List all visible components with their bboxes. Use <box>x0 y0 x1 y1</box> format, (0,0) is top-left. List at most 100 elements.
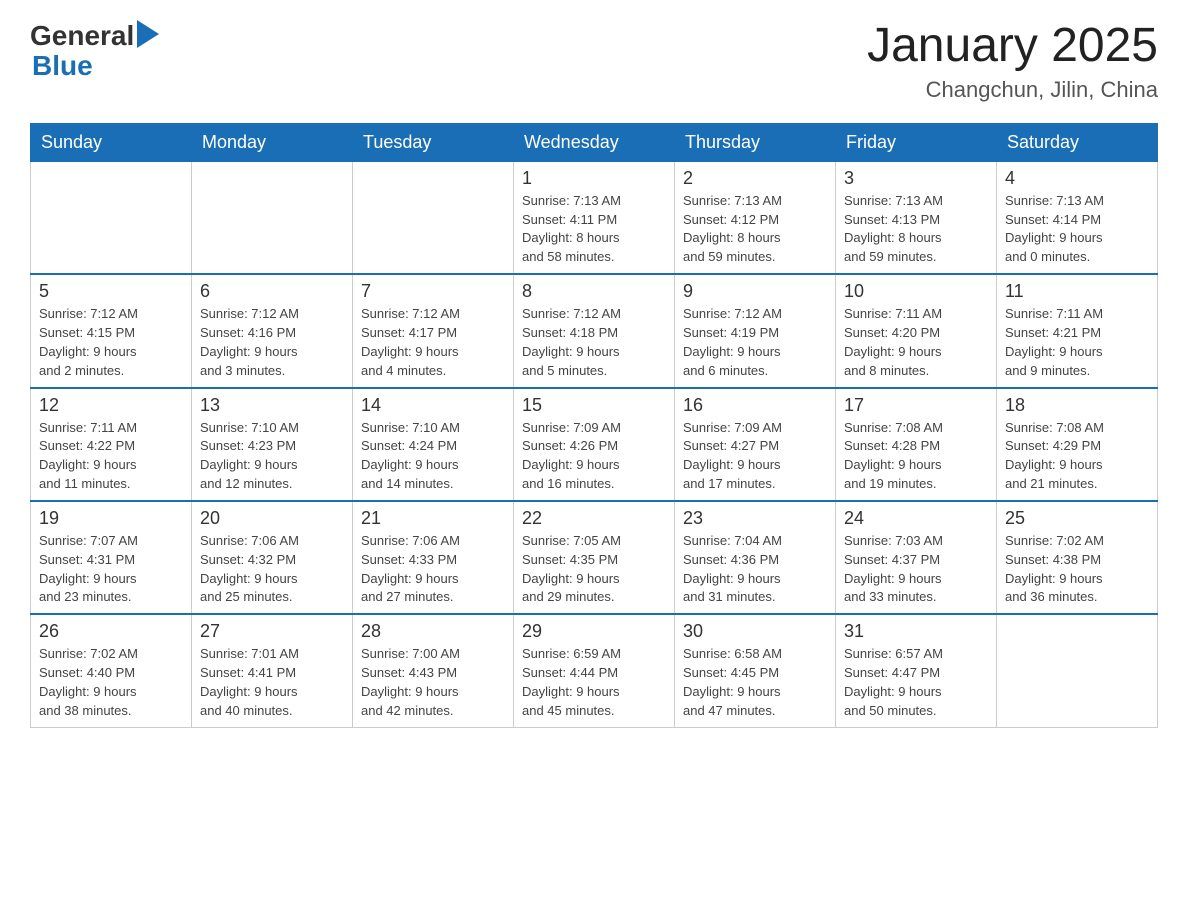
day-info: Sunrise: 7:02 AMSunset: 4:40 PMDaylight:… <box>39 645 183 720</box>
logo-general-text: General <box>30 22 134 50</box>
day-info: Sunrise: 7:11 AMSunset: 4:20 PMDaylight:… <box>844 305 988 380</box>
day-cell: 19 Sunrise: 7:07 AMSunset: 4:31 PMDayligh… <box>31 501 192 614</box>
day-info: Sunrise: 7:02 AMSunset: 4:38 PMDaylight:… <box>1005 532 1149 607</box>
day-cell: 30 Sunrise: 6:58 AMSunset: 4:45 PMDayligh… <box>675 614 836 727</box>
header-cell-sunday: Sunday <box>31 123 192 161</box>
day-cell: 8 Sunrise: 7:12 AMSunset: 4:18 PMDaylight… <box>514 274 675 387</box>
day-info: Sunrise: 7:11 AMSunset: 4:22 PMDaylight:… <box>39 419 183 494</box>
header-cell-tuesday: Tuesday <box>353 123 514 161</box>
logo: General Blue <box>30 20 159 80</box>
day-cell: 29 Sunrise: 6:59 AMSunset: 4:44 PMDayligh… <box>514 614 675 727</box>
day-cell: 23 Sunrise: 7:04 AMSunset: 4:36 PMDayligh… <box>675 501 836 614</box>
day-cell <box>997 614 1158 727</box>
day-number: 19 <box>39 508 183 529</box>
day-number: 2 <box>683 168 827 189</box>
day-number: 1 <box>522 168 666 189</box>
day-info: Sunrise: 7:08 AMSunset: 4:29 PMDaylight:… <box>1005 419 1149 494</box>
day-info: Sunrise: 6:59 AMSunset: 4:44 PMDaylight:… <box>522 645 666 720</box>
day-number: 3 <box>844 168 988 189</box>
day-info: Sunrise: 7:12 AMSunset: 4:18 PMDaylight:… <box>522 305 666 380</box>
day-info: Sunrise: 7:13 AMSunset: 4:11 PMDaylight:… <box>522 192 666 267</box>
day-info: Sunrise: 7:10 AMSunset: 4:24 PMDaylight:… <box>361 419 505 494</box>
day-number: 12 <box>39 395 183 416</box>
week-row-4: 19 Sunrise: 7:07 AMSunset: 4:31 PMDayligh… <box>31 501 1158 614</box>
day-number: 14 <box>361 395 505 416</box>
day-number: 6 <box>200 281 344 302</box>
day-cell: 20 Sunrise: 7:06 AMSunset: 4:32 PMDayligh… <box>192 501 353 614</box>
day-cell: 22 Sunrise: 7:05 AMSunset: 4:35 PMDayligh… <box>514 501 675 614</box>
day-number: 20 <box>200 508 344 529</box>
day-info: Sunrise: 7:00 AMSunset: 4:43 PMDaylight:… <box>361 645 505 720</box>
day-info: Sunrise: 7:13 AMSunset: 4:12 PMDaylight:… <box>683 192 827 267</box>
day-number: 22 <box>522 508 666 529</box>
week-row-3: 12 Sunrise: 7:11 AMSunset: 4:22 PMDayligh… <box>31 388 1158 501</box>
day-cell: 11Sunrise: 7:11 AMSunset: 4:21 PMDayligh… <box>997 274 1158 387</box>
title-area: January 2025 Changchun, Jilin, China <box>867 20 1158 103</box>
day-info: Sunrise: 7:03 AMSunset: 4:37 PMDaylight:… <box>844 532 988 607</box>
day-cell: 2 Sunrise: 7:13 AMSunset: 4:12 PMDaylight… <box>675 161 836 274</box>
header: General Blue January 2025 Changchun, Jil… <box>30 20 1158 103</box>
day-info: Sunrise: 7:01 AMSunset: 4:41 PMDaylight:… <box>200 645 344 720</box>
day-number: 30 <box>683 621 827 642</box>
day-cell <box>192 161 353 274</box>
day-info: Sunrise: 7:10 AMSunset: 4:23 PMDaylight:… <box>200 419 344 494</box>
logo-triangle-icon <box>137 20 159 48</box>
day-number: 23 <box>683 508 827 529</box>
day-cell: 26Sunrise: 7:02 AMSunset: 4:40 PMDayligh… <box>31 614 192 727</box>
day-info: Sunrise: 7:04 AMSunset: 4:36 PMDaylight:… <box>683 532 827 607</box>
calendar-subtitle: Changchun, Jilin, China <box>867 77 1158 103</box>
day-number: 25 <box>1005 508 1149 529</box>
header-cell-wednesday: Wednesday <box>514 123 675 161</box>
day-info: Sunrise: 7:06 AMSunset: 4:33 PMDaylight:… <box>361 532 505 607</box>
day-info: Sunrise: 7:07 AMSunset: 4:31 PMDaylight:… <box>39 532 183 607</box>
day-cell: 1 Sunrise: 7:13 AMSunset: 4:11 PMDaylight… <box>514 161 675 274</box>
day-info: Sunrise: 7:11 AMSunset: 4:21 PMDaylight:… <box>1005 305 1149 380</box>
day-cell: 5Sunrise: 7:12 AMSunset: 4:15 PMDaylight… <box>31 274 192 387</box>
day-number: 16 <box>683 395 827 416</box>
day-cell: 14 Sunrise: 7:10 AMSunset: 4:24 PMDayligh… <box>353 388 514 501</box>
day-number: 31 <box>844 621 988 642</box>
day-cell: 24 Sunrise: 7:03 AMSunset: 4:37 PMDayligh… <box>836 501 997 614</box>
calendar-table: SundayMondayTuesdayWednesdayThursdayFrid… <box>30 123 1158 728</box>
day-info: Sunrise: 6:57 AMSunset: 4:47 PMDaylight:… <box>844 645 988 720</box>
day-info: Sunrise: 7:12 AMSunset: 4:16 PMDaylight:… <box>200 305 344 380</box>
day-cell: 3 Sunrise: 7:13 AMSunset: 4:13 PMDaylight… <box>836 161 997 274</box>
day-number: 24 <box>844 508 988 529</box>
week-row-5: 26Sunrise: 7:02 AMSunset: 4:40 PMDayligh… <box>31 614 1158 727</box>
day-number: 15 <box>522 395 666 416</box>
day-cell: 25 Sunrise: 7:02 AMSunset: 4:38 PMDayligh… <box>997 501 1158 614</box>
day-cell <box>353 161 514 274</box>
day-cell: 27 Sunrise: 7:01 AMSunset: 4:41 PMDayligh… <box>192 614 353 727</box>
day-cell: 18 Sunrise: 7:08 AMSunset: 4:29 PMDayligh… <box>997 388 1158 501</box>
day-number: 9 <box>683 281 827 302</box>
header-cell-saturday: Saturday <box>997 123 1158 161</box>
day-number: 8 <box>522 281 666 302</box>
day-cell: 28 Sunrise: 7:00 AMSunset: 4:43 PMDayligh… <box>353 614 514 727</box>
day-number: 4 <box>1005 168 1149 189</box>
day-cell: 21 Sunrise: 7:06 AMSunset: 4:33 PMDayligh… <box>353 501 514 614</box>
header-cell-monday: Monday <box>192 123 353 161</box>
day-info: Sunrise: 7:08 AMSunset: 4:28 PMDaylight:… <box>844 419 988 494</box>
day-number: 28 <box>361 621 505 642</box>
day-number: 21 <box>361 508 505 529</box>
day-number: 27 <box>200 621 344 642</box>
day-info: Sunrise: 7:12 AMSunset: 4:15 PMDaylight:… <box>39 305 183 380</box>
header-row: SundayMondayTuesdayWednesdayThursdayFrid… <box>31 123 1158 161</box>
day-number: 7 <box>361 281 505 302</box>
day-cell: 12 Sunrise: 7:11 AMSunset: 4:22 PMDayligh… <box>31 388 192 501</box>
day-cell <box>31 161 192 274</box>
day-number: 10 <box>844 281 988 302</box>
day-number: 18 <box>1005 395 1149 416</box>
day-info: Sunrise: 7:06 AMSunset: 4:32 PMDaylight:… <box>200 532 344 607</box>
day-cell: 16Sunrise: 7:09 AMSunset: 4:27 PMDayligh… <box>675 388 836 501</box>
header-cell-friday: Friday <box>836 123 997 161</box>
week-row-1: 1 Sunrise: 7:13 AMSunset: 4:11 PMDaylight… <box>31 161 1158 274</box>
day-info: Sunrise: 6:58 AMSunset: 4:45 PMDaylight:… <box>683 645 827 720</box>
day-cell: 13Sunrise: 7:10 AMSunset: 4:23 PMDayligh… <box>192 388 353 501</box>
day-cell: 17Sunrise: 7:08 AMSunset: 4:28 PMDayligh… <box>836 388 997 501</box>
day-info: Sunrise: 7:12 AMSunset: 4:17 PMDaylight:… <box>361 305 505 380</box>
day-cell: 7 Sunrise: 7:12 AMSunset: 4:17 PMDaylight… <box>353 274 514 387</box>
day-number: 29 <box>522 621 666 642</box>
day-info: Sunrise: 7:05 AMSunset: 4:35 PMDaylight:… <box>522 532 666 607</box>
day-info: Sunrise: 7:13 AMSunset: 4:13 PMDaylight:… <box>844 192 988 267</box>
